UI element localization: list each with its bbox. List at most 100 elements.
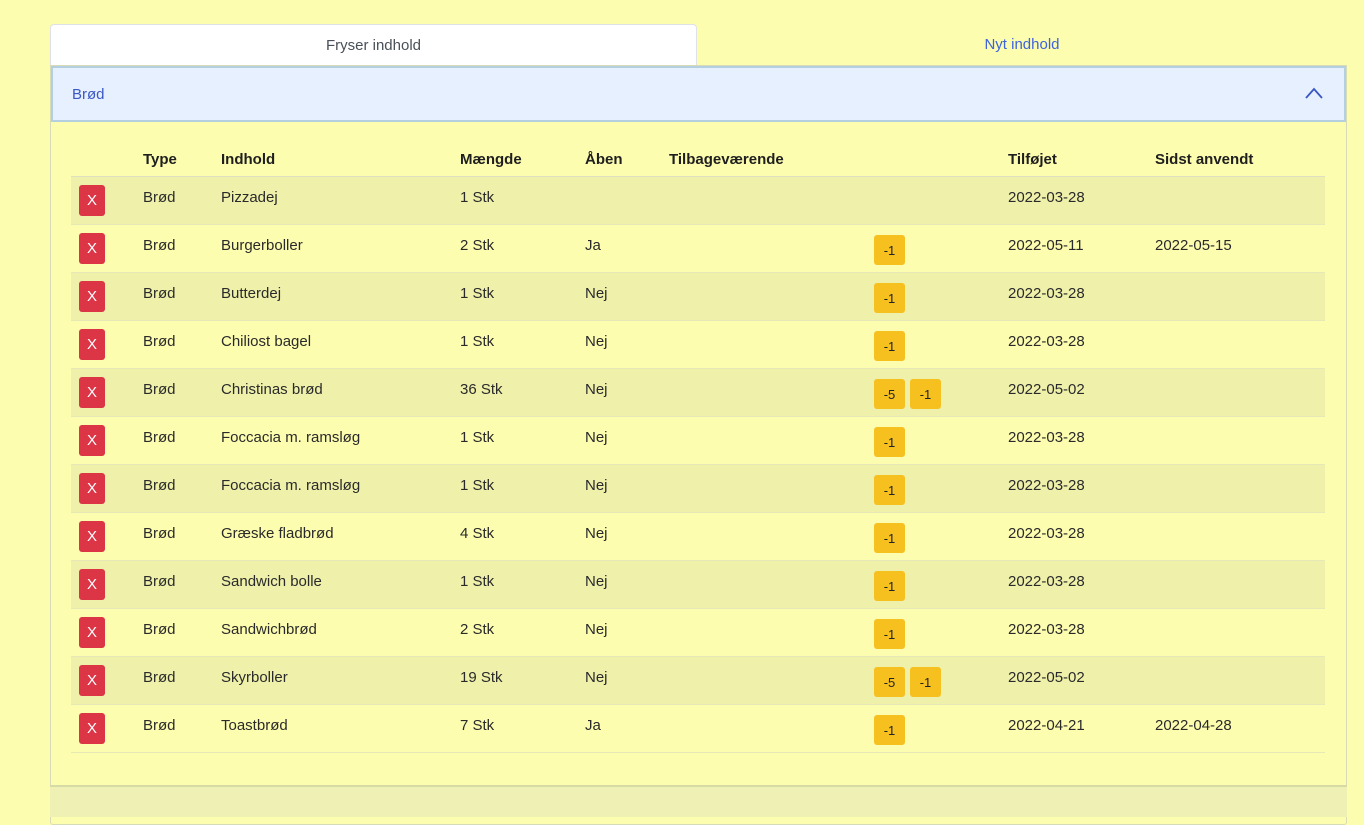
tab-freezer-content[interactable]: Fryser indhold [50, 24, 697, 65]
cell-decrement-buttons: -1 [874, 512, 1008, 561]
cell-type: Brød [143, 176, 221, 225]
cell-added-text: 2022-03-28 [1008, 573, 1085, 590]
cell-type: Brød [143, 272, 221, 321]
cell-open-text: Ja [585, 237, 601, 254]
decrement-button[interactable]: -1 [874, 475, 905, 505]
cell-last-used-text [1155, 609, 1325, 621]
cell-open [585, 176, 669, 225]
cell-added-text: 2022-03-28 [1008, 621, 1085, 638]
delete-button[interactable]: X [79, 473, 105, 504]
cell-content-text: Græske fladbrød [221, 525, 334, 542]
cell-added-text: 2022-04-21 [1008, 717, 1085, 734]
cell-last-used [1155, 560, 1325, 609]
cell-amount: 1 Stk [460, 272, 585, 321]
delete-button[interactable]: X [79, 233, 105, 264]
decrement-button[interactable]: -1 [874, 331, 905, 361]
table-body: X Brød Pizzadej 1 Stk 2022-03-28 X Brød Burgerb… [71, 176, 1325, 753]
cell-content: Foccacia m. ramsløg [221, 416, 460, 465]
cell-remaining [669, 464, 874, 513]
delete-button[interactable]: X [79, 329, 105, 360]
delete-button[interactable]: X [79, 425, 105, 456]
cell-remaining [669, 272, 874, 321]
cell-decrement-buttons: -1 [874, 320, 1008, 369]
cell-open-text [585, 177, 669, 189]
decrement-button[interactable]: -1 [874, 715, 905, 745]
accordion-bread: Brød Type Indhold Mængde Åben Tilbagevær… [50, 65, 1347, 825]
delete-button[interactable]: X [79, 617, 105, 648]
cell-delete: X [71, 656, 143, 705]
accordion-header-next[interactable] [50, 785, 1347, 817]
decrement-button[interactable]: -5 [874, 379, 905, 409]
cell-open-text: Ja [585, 717, 601, 734]
decrement-button[interactable]: -1 [874, 523, 905, 553]
cell-type-text: Brød [143, 477, 176, 494]
tab-new-content[interactable]: Nyt indhold [697, 24, 1347, 65]
cell-added: 2022-03-28 [1008, 608, 1155, 657]
cell-content-text: Toastbrød [221, 717, 288, 734]
table-row: X Brød Skyrboller 19 Stk Nej -5 -1 2022-05-02 [71, 656, 1325, 705]
cell-last-used: 2022-04-28 [1155, 704, 1325, 753]
cell-added: 2022-03-28 [1008, 560, 1155, 609]
cell-decrement-buttons: -1 [874, 704, 1008, 753]
chevron-up-icon[interactable] [1304, 85, 1324, 101]
cell-type-text: Brød [143, 573, 176, 590]
cell-open-text: Nej [585, 477, 608, 494]
cell-delete: X [71, 272, 143, 321]
cell-last-used [1155, 176, 1325, 225]
cell-added-text: 2022-05-02 [1008, 381, 1085, 398]
table-row: X Brød Chiliost bagel 1 Stk Nej -1 2022-03-28 [71, 320, 1325, 369]
cell-content-text: Skyrboller [221, 669, 288, 686]
delete-button[interactable]: X [79, 713, 105, 744]
cell-added: 2022-03-28 [1008, 176, 1155, 225]
cell-last-used-text [1155, 369, 1325, 381]
decrement-button[interactable]: -1 [874, 427, 905, 457]
cell-content: Christinas brød [221, 368, 460, 417]
cell-decrement-buttons: -1 [874, 416, 1008, 465]
header-last-used: Sidst anvendt [1155, 142, 1325, 177]
decrement-button[interactable]: -1 [910, 379, 941, 409]
cell-type-text: Brød [143, 525, 176, 542]
cell-added-text: 2022-03-28 [1008, 285, 1085, 302]
cell-amount: 1 Stk [460, 176, 585, 225]
delete-button[interactable]: X [79, 281, 105, 312]
cell-delete: X [71, 608, 143, 657]
cell-content-text: Christinas brød [221, 381, 323, 398]
cell-type-text: Brød [143, 237, 176, 254]
cell-remaining [669, 704, 874, 753]
cell-content: Foccacia m. ramsløg [221, 464, 460, 513]
cell-decrement-buttons: -1 [874, 224, 1008, 273]
table-row: X Brød Græske fladbrød 4 Stk Nej -1 2022-03-28 [71, 512, 1325, 561]
cell-content-text: Foccacia m. ramsløg [221, 477, 361, 494]
delete-button[interactable]: X [79, 569, 105, 600]
cell-added-text: 2022-05-02 [1008, 669, 1085, 686]
delete-button[interactable]: X [79, 377, 105, 408]
decrement-button[interactable]: -5 [874, 667, 905, 697]
cell-added: 2022-03-28 [1008, 512, 1155, 561]
decrement-button[interactable]: -1 [874, 571, 905, 601]
accordion-header-bread[interactable]: Brød [51, 66, 1346, 122]
cell-open-text: Nej [585, 573, 608, 590]
decrement-button[interactable]: -1 [874, 235, 905, 265]
cell-open-text: Nej [585, 621, 608, 638]
cell-type-text: Brød [143, 669, 176, 686]
delete-button[interactable]: X [79, 185, 105, 216]
cell-type-text: Brød [143, 429, 176, 446]
decrement-button[interactable]: -1 [874, 283, 905, 313]
delete-button[interactable]: X [79, 665, 105, 696]
cell-content: Pizzadej [221, 176, 460, 225]
cell-last-used-text [1155, 273, 1325, 285]
cell-amount: 7 Stk [460, 704, 585, 753]
header-added: Tilføjet [1008, 142, 1155, 177]
cell-type-text: Brød [143, 285, 176, 302]
decrement-button[interactable]: -1 [910, 667, 941, 697]
cell-content-text: Chiliost bagel [221, 333, 312, 350]
cell-added-text: 2022-03-28 [1008, 477, 1085, 494]
cell-amount-text: 1 Stk [460, 333, 495, 350]
delete-button[interactable]: X [79, 521, 105, 552]
cell-amount: 1 Stk [460, 464, 585, 513]
decrement-button[interactable]: -1 [874, 619, 905, 649]
cell-amount-text: 36 Stk [460, 381, 503, 398]
cell-amount-text: 4 Stk [460, 525, 495, 542]
table-row: X Brød Butterdej 1 Stk Nej -1 2022-03-28 [71, 272, 1325, 321]
cell-open: Nej [585, 368, 669, 417]
